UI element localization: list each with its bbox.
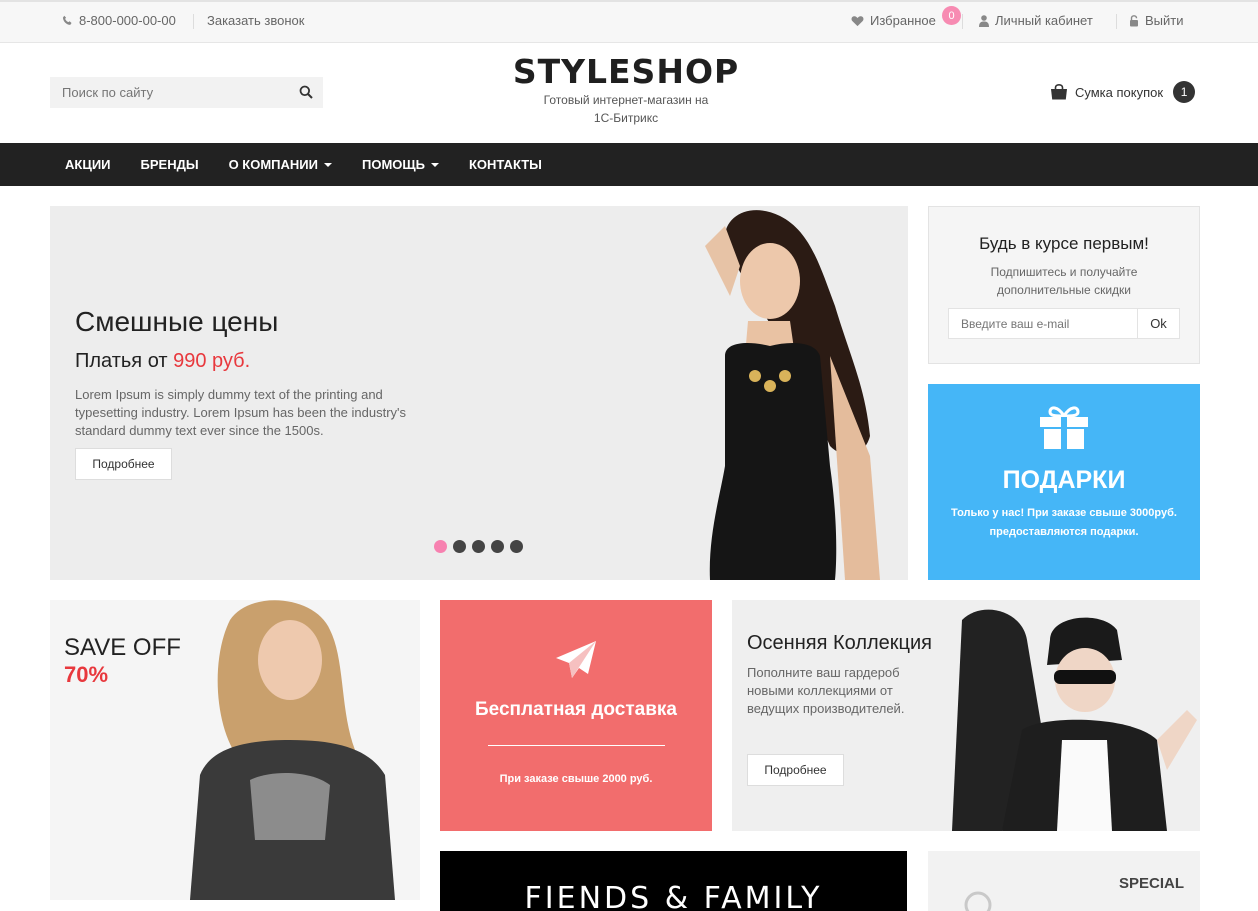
account-link[interactable]: Личный кабинет [979,13,1093,28]
nav-label: ПОМОЩЬ [362,157,425,172]
autumn-title: Осенняя Коллекция [747,632,932,654]
paper-plane-icon [556,641,596,678]
slider-dot[interactable] [453,540,466,553]
autumn-text: Пополните ваш гардероб новыми коллекциям… [747,665,905,716]
gifts-title: ПОДАРКИ [1002,466,1126,494]
logo-text: STYLESHOP [512,52,740,91]
shopping-bag-icon [1051,84,1067,100]
special-title: SPECIAL [1118,875,1184,892]
bag-label: Сумка покупок [1075,84,1164,100]
email-field[interactable] [948,308,1138,339]
save-off-percent: 70% [64,662,109,687]
delivery-text: При заказе свыше 2000 руб. [499,773,653,785]
main-nav: АКЦИИ БРЕНДЫ О КОМПАНИИ ПОМОЩЬ КОНТАКТЫ [0,143,1258,186]
hero-slider: Смешные цены Платья от 990 руб. Lorem Ip… [50,206,908,580]
nav-item-about[interactable]: О КОМПАНИИ [214,143,347,186]
slider-dot[interactable] [491,540,504,553]
phone-number: 8-800-000-00-00 [79,13,176,28]
special-banner[interactable]: SPECIAL [928,851,1200,911]
friends-family-banner[interactable]: FIENDS & FAMILY [440,851,907,911]
model-photo [190,600,395,900]
lock-icon [1130,14,1138,26]
account-label: Личный кабинет [995,13,1093,28]
subscribe-button[interactable]: Ok [1138,308,1180,339]
save-off-banner[interactable]: SAVE OFF 70% [50,600,420,900]
caret-down-icon [324,162,332,167]
slider-dot[interactable] [510,540,523,553]
slide-subtitle: Платья от 990 руб. [75,350,250,373]
nav-label: БРЕНДЫ [140,157,199,172]
nav-label: АКЦИИ [65,157,111,172]
subscribe-text: Подпишитесь и получайте дополнительные с… [990,265,1138,297]
autumn-more-button[interactable]: Подробнее [747,754,844,786]
slider-dot[interactable] [434,540,447,553]
slide-subtitle-prefix: Платья от [75,350,174,372]
delivery-title: Бесплатная доставка [475,699,677,720]
slide-text: Lorem Ipsum is simply dummy text of the … [75,387,407,438]
autumn-collection-banner: Осенняя Коллекция Пополните ваш гардероб… [732,600,1200,831]
top-bar: 8-800-000-00-00 Заказать звонок Избранно… [0,0,1258,43]
model-photo [952,609,1197,831]
save-off-title: SAVE OFF [64,634,181,661]
nav-item-help[interactable]: ПОМОЩЬ [347,143,454,186]
search-icon[interactable] [299,85,313,99]
bag-count-badge: 1 [1173,81,1196,103]
model-photo [705,210,880,580]
friends-family-title: FIENDS & FAMILY [524,881,823,911]
callback-link[interactable]: Заказать звонок [207,13,304,28]
shopping-bag-link[interactable]: Сумка покупок 1 [1050,81,1196,103]
delivery-divider [488,745,665,746]
gifts-text: Только у нас! При заказе свыше 3000руб. … [951,507,1177,538]
heart-icon [851,15,864,26]
subscribe-form: Ok [948,308,1180,339]
favorites-link[interactable]: Избранное [851,13,936,28]
nav-label: О КОМПАНИИ [228,157,318,172]
gift-icon [1040,406,1088,449]
phone-link[interactable]: 8-800-000-00-00 [62,13,176,28]
slide-title: Смешные цены [75,306,279,337]
subscribe-box: Будь в курсе первым! Подпишитесь и получ… [928,206,1200,364]
logout-label: Выйти [1145,13,1184,28]
caret-down-icon [431,162,439,167]
logo[interactable]: STYLESHOP Готовый интернет-магазин на 1С… [480,53,772,127]
user-icon [979,14,989,27]
favorites-label: Избранное [870,13,936,28]
slider-dots [434,540,523,553]
subscribe-title: Будь в курсе первым! [979,234,1149,253]
logo-tagline: Готовый интернет-магазин на 1С-Битрикс [543,93,709,125]
gifts-banner[interactable]: ПОДАРКИ Только у нас! При заказе свыше 3… [928,384,1200,580]
nav-label: КОНТАКТЫ [469,157,542,172]
product-photo [964,891,992,911]
slide-more-button[interactable]: Подробнее [75,448,172,480]
logout-link[interactable]: Выйти [1129,13,1184,28]
search-input[interactable] [50,77,285,108]
phone-icon [62,15,72,25]
nav-item-brands[interactable]: БРЕНДЫ [126,143,214,186]
slider-dot[interactable] [472,540,485,553]
site-header: STYLESHOP Готовый интернет-магазин на 1С… [0,43,1258,143]
slide-price: 990 руб. [173,350,251,372]
search-box [50,77,323,108]
favorites-count-badge: 0 [942,6,961,25]
nav-item-contacts[interactable]: КОНТАКТЫ [454,143,557,186]
nav-item-sales[interactable]: АКЦИИ [50,143,126,186]
free-delivery-banner[interactable]: Бесплатная доставка При заказе свыше 200… [440,600,712,831]
